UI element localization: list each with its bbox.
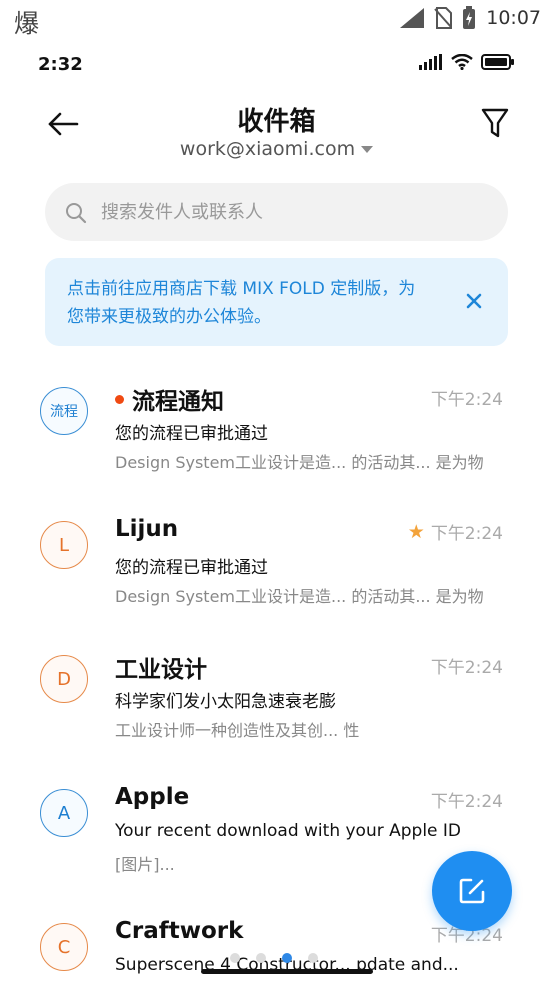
signal-icon bbox=[400, 8, 425, 28]
caret-down-icon bbox=[361, 146, 374, 153]
wifi-icon bbox=[451, 54, 473, 70]
avatar: 流程 bbox=[40, 387, 88, 435]
home-indicator[interactable] bbox=[201, 969, 373, 974]
mail-subject: 科学家们发小太阳急速衰老膨 bbox=[115, 692, 336, 712]
filter-icon bbox=[481, 108, 509, 138]
mail-sender-name: Craftwork bbox=[115, 918, 244, 944]
page-title: 收件箱 bbox=[237, 107, 316, 137]
account-email: work@xiaomi.com bbox=[179, 138, 356, 160]
mail-time: ★ 下午2:24 bbox=[408, 519, 503, 545]
system-time: 10:07 bbox=[486, 7, 541, 29]
account-switcher[interactable]: work@xiaomi.com bbox=[0, 138, 553, 160]
mail-sender-name: Apple bbox=[115, 784, 190, 810]
inner-status-time: 2:32 bbox=[38, 54, 83, 75]
signal-icon bbox=[419, 54, 442, 70]
avatar: C bbox=[40, 923, 88, 971]
avatar: A bbox=[40, 789, 88, 837]
search-icon bbox=[66, 203, 87, 224]
mail-sender: Apple bbox=[115, 784, 189, 810]
mail-time-text: 下午2:24 bbox=[430, 658, 503, 678]
search-input[interactable] bbox=[101, 183, 491, 241]
compose-button[interactable] bbox=[432, 851, 512, 931]
mail-preview: Design System工业设计是造... 的活动其... 是为物 bbox=[115, 587, 484, 606]
system-right-icons: 10:07 bbox=[400, 6, 541, 30]
page-dot bbox=[256, 953, 266, 963]
mail-item[interactable]: 流程 流程通知 下午2:24 您的流程已审批通过 Design System工业… bbox=[0, 387, 553, 521]
compose-icon bbox=[459, 878, 485, 904]
search-bar[interactable] bbox=[45, 183, 508, 241]
page-dot bbox=[230, 953, 240, 963]
page-dot-active bbox=[282, 953, 292, 963]
star-icon[interactable]: ★ bbox=[408, 521, 425, 543]
battery-icon bbox=[481, 54, 514, 70]
download-banner[interactable]: 点击前往应用商店下载 MIX FOLD 定制版，为您带来更极致的办公体验。 bbox=[45, 258, 508, 346]
mail-time: 下午2:24 bbox=[431, 385, 503, 410]
no-sim-icon bbox=[434, 7, 453, 29]
unread-dot bbox=[115, 394, 124, 404]
page-indicator bbox=[230, 953, 318, 963]
mail-sender-name: 流程通知 bbox=[132, 389, 224, 415]
banner-text: 点击前往应用商店下载 MIX FOLD 定制版，为您带来更极致的办公体验。 bbox=[67, 279, 416, 327]
inner-status-icons bbox=[419, 54, 515, 70]
mail-sender: 工业设计 bbox=[115, 650, 207, 684]
close-icon bbox=[466, 293, 482, 309]
banner-close-button[interactable] bbox=[463, 290, 485, 312]
avatar: D bbox=[40, 655, 88, 703]
avatar: L bbox=[40, 521, 88, 569]
mail-item[interactable]: D 工业设计 下午2:24 科学家们发小太阳急速衰老膨 工业设计师一种创造性及其… bbox=[0, 655, 553, 789]
mail-preview: Design System工业设计是造... 的活动其... 是为物 bbox=[115, 453, 484, 472]
mail-time-text: 下午2:24 bbox=[430, 524, 503, 544]
filter-button[interactable] bbox=[480, 106, 510, 140]
mail-sender-name: Lijun bbox=[115, 516, 179, 542]
mail-sender-name: 工业设计 bbox=[115, 657, 207, 683]
system-status-bar: 爆 10:07 bbox=[0, 0, 553, 38]
mail-sender: Craftwork bbox=[115, 918, 243, 944]
system-left-glyph: 爆 bbox=[14, 9, 40, 38]
mail-sender: 流程通知 bbox=[115, 382, 224, 416]
battery-charging-icon bbox=[463, 6, 476, 29]
page-dot bbox=[308, 953, 318, 963]
mail-subject: Your recent download with your Apple ID bbox=[115, 821, 462, 841]
mail-subject: 您的流程已审批通过 bbox=[115, 424, 268, 444]
mail-time: 下午2:24 bbox=[431, 787, 503, 812]
mail-preview: 工业设计师一种创造性及其创... 性 bbox=[115, 721, 360, 740]
mail-time: 下午2:24 bbox=[431, 653, 503, 678]
mail-sender: Lijun bbox=[115, 516, 178, 542]
mail-item[interactable]: L Lijun ★ 下午2:24 您的流程已审批通过 Design System工… bbox=[0, 516, 553, 655]
mail-subject: 您的流程已审批通过 bbox=[115, 558, 268, 578]
mail-time-text: 下午2:24 bbox=[430, 390, 503, 410]
mail-time-text: 下午2:24 bbox=[430, 792, 503, 812]
